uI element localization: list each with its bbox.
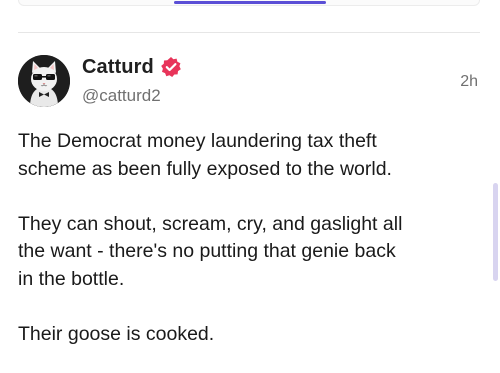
verified-badge-icon <box>160 56 182 78</box>
avatar[interactable] <box>18 55 70 107</box>
previous-post-edge <box>0 0 500 8</box>
post-paragraph-2: They can shout, scream, cry, and gasligh… <box>18 211 480 294</box>
post-line: Their goose is cooked. <box>18 322 215 345</box>
post-line: in the bottle. <box>18 267 125 290</box>
post-line: the want - there's no putting that genie… <box>18 240 396 262</box>
post-header: Catturd @catturd2 2h <box>18 50 480 110</box>
author-name-row: Catturd <box>82 54 182 80</box>
post-line: The Democrat money laundering tax theft <box>18 130 377 152</box>
cat-with-glasses-avatar-icon <box>18 55 70 107</box>
post-line: scheme as been fully exposed to the worl… <box>18 157 392 180</box>
author-info: Catturd @catturd2 <box>82 54 182 106</box>
post-line: They can shout, scream, cry, and gasligh… <box>18 212 403 235</box>
post-divider <box>18 32 480 33</box>
active-tab-indicator <box>174 1 326 4</box>
scrollbar-thumb[interactable] <box>493 183 498 281</box>
post-timestamp[interactable]: 2h <box>460 73 478 91</box>
post-body: The Democrat money laundering tax theft s… <box>18 128 480 373</box>
post-paragraph-3: Their goose is cooked. <box>18 321 480 349</box>
author-handle[interactable]: @catturd2 <box>82 86 182 106</box>
post-paragraph-1: The Democrat money laundering tax theft s… <box>18 128 480 183</box>
post-page: Catturd @catturd2 2h The Democrat money … <box>0 0 500 373</box>
author-display-name[interactable]: Catturd <box>82 56 154 79</box>
